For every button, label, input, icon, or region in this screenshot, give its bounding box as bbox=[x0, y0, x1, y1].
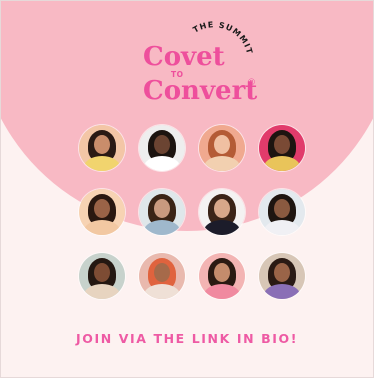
avatar-body bbox=[84, 156, 120, 171]
avatar-face bbox=[274, 135, 290, 154]
avatar-body bbox=[264, 220, 300, 235]
avatar-body bbox=[84, 284, 120, 299]
summit-logo-graphic: THE SUMMIT Covet TO Convert ® bbox=[143, 20, 257, 106]
avatar-body bbox=[144, 284, 180, 299]
avatar-face bbox=[214, 199, 230, 218]
speaker-avatar bbox=[79, 125, 125, 171]
speaker-avatar bbox=[259, 253, 305, 299]
avatar-face bbox=[214, 135, 230, 154]
speaker-avatar bbox=[139, 253, 185, 299]
avatar-body bbox=[84, 220, 120, 235]
avatar-face bbox=[94, 263, 110, 282]
avatar-body bbox=[144, 220, 180, 235]
avatar-body bbox=[264, 156, 300, 171]
cta-text: JOIN VIA THE LINK IN BIO! bbox=[75, 331, 299, 346]
avatar-face bbox=[274, 263, 290, 282]
speaker-avatar bbox=[199, 125, 245, 171]
avatar-face bbox=[154, 135, 170, 154]
avatar-body bbox=[264, 284, 300, 299]
logo-line-covet: Covet bbox=[143, 42, 225, 72]
summit-logo: THE SUMMIT Covet TO Convert ® bbox=[141, 20, 281, 106]
speaker-avatar bbox=[199, 189, 245, 235]
speaker-avatar bbox=[259, 125, 305, 171]
avatar-face bbox=[154, 263, 170, 282]
logo-line-convert: Convert bbox=[143, 76, 257, 106]
avatar-body bbox=[144, 156, 180, 171]
promo-card: THE SUMMIT Covet TO Convert ® JOIN VIA T… bbox=[0, 0, 374, 378]
speaker-avatar bbox=[139, 125, 185, 171]
avatar-body bbox=[204, 284, 240, 299]
speaker-avatar bbox=[139, 189, 185, 235]
registered-mark: ® bbox=[247, 78, 256, 88]
avatar-face bbox=[94, 135, 110, 154]
avatar-face bbox=[94, 199, 110, 218]
speaker-avatar bbox=[259, 189, 305, 235]
speaker-avatar bbox=[79, 253, 125, 299]
avatar-body bbox=[204, 220, 240, 235]
avatar-body bbox=[204, 156, 240, 171]
speaker-avatar bbox=[199, 253, 245, 299]
avatar-face bbox=[274, 199, 290, 218]
avatar-face bbox=[214, 263, 230, 282]
speaker-avatar bbox=[79, 189, 125, 235]
avatar-face bbox=[154, 199, 170, 218]
